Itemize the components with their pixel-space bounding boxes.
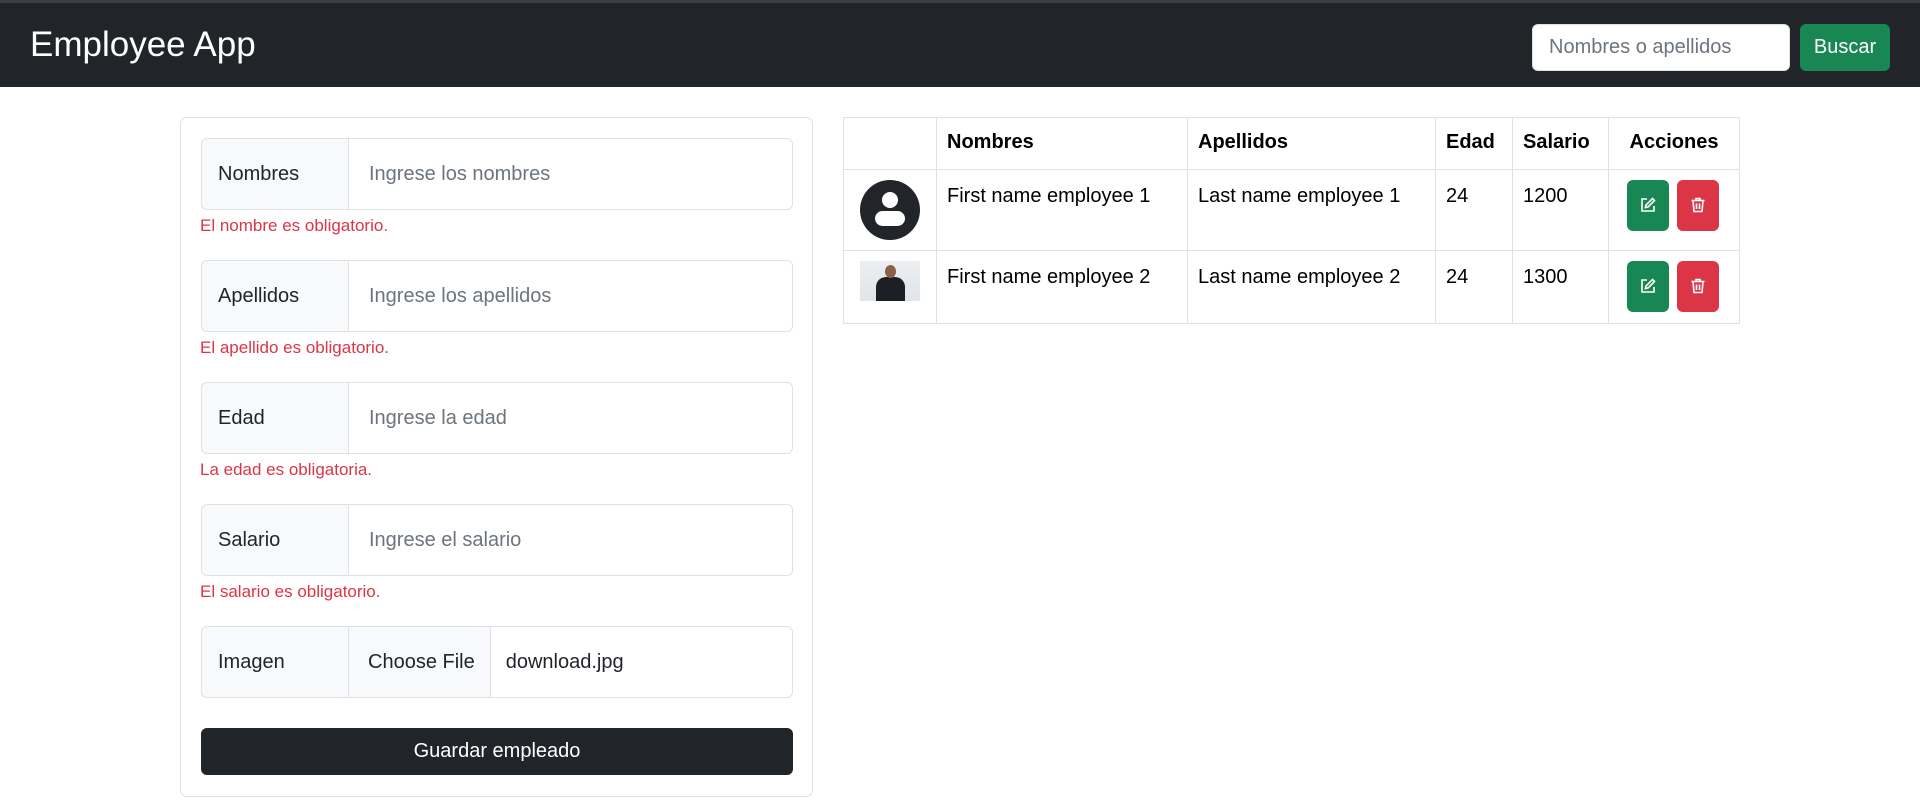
edit-icon [1641,278,1656,293]
edit-icon [1641,197,1656,212]
selected-filename: download.jpg [505,650,624,673]
delete-button[interactable] [1677,261,1719,312]
edit-button[interactable] [1627,180,1669,231]
header-apellidos: Apellidos [1187,117,1436,170]
trash-icon [1691,278,1705,294]
cell-nombres: First name employee 1 [936,169,1188,251]
employee-photo [860,261,920,301]
navbar: Employee App Buscar [0,0,1920,87]
salario-error: El salario es obligatorio. [200,582,381,601]
search-button[interactable]: Buscar [1800,24,1890,71]
edit-button[interactable] [1627,261,1669,312]
header-acciones: Acciones [1608,117,1740,170]
employee-form: Nombres El nombre es obligatorio. Apelli… [180,117,813,797]
table-header-row: Nombres Apellidos Edad Salario Acciones [843,117,1740,170]
cell-apellidos: Last name employee 1 [1187,169,1436,251]
cell-apellidos: Last name employee 2 [1187,250,1436,324]
imagen-label: Imagen [201,626,349,698]
app-brand[interactable]: Employee App [30,25,256,65]
nombres-label: Nombres [201,138,349,210]
default-user-icon [860,180,920,240]
edad-error: La edad es obligatoria. [200,460,373,479]
nombres-group: Nombres [201,138,793,210]
nombres-input[interactable] [349,138,793,210]
header-edad: Edad [1435,117,1513,170]
imagen-group: Imagen Choose File download.jpg [201,626,793,698]
edad-label: Edad [201,382,349,454]
edad-group: Edad [201,382,793,454]
search-input[interactable] [1532,24,1790,71]
avatar-cell [843,250,937,324]
choose-file-button[interactable]: Choose File [349,627,491,697]
header-salario: Salario [1512,117,1609,170]
delete-button[interactable] [1677,180,1719,231]
cell-salario: 1300 [1512,250,1609,324]
cell-edad: 24 [1435,169,1513,251]
actions-cell [1608,169,1740,251]
actions-cell [1608,250,1740,324]
cell-edad: 24 [1435,250,1513,324]
file-input[interactable]: Choose File download.jpg [349,626,793,698]
table-row: First name employee 1 Last name employee… [843,169,1740,251]
cell-salario: 1200 [1512,169,1609,251]
avatar-cell [843,169,937,251]
save-employee-button[interactable]: Guardar empleado [201,728,793,775]
salario-label: Salario [201,504,349,576]
apellidos-group: Apellidos [201,260,793,332]
salario-group: Salario [201,504,793,576]
apellidos-label: Apellidos [201,260,349,332]
header-avatar [843,117,937,170]
nombres-error: El nombre es obligatorio. [200,216,389,235]
table-row: First name employee 2 Last name employee… [843,250,1740,324]
header-nombres: Nombres [936,117,1188,170]
apellidos-input[interactable] [349,260,793,332]
cell-nombres: First name employee 2 [936,250,1188,324]
employee-table: Nombres Apellidos Edad Salario Acciones … [843,117,1740,324]
trash-icon [1691,197,1705,213]
edad-input[interactable] [349,382,793,454]
apellidos-error: El apellido es obligatorio. [200,338,390,357]
salario-input[interactable] [349,504,793,576]
